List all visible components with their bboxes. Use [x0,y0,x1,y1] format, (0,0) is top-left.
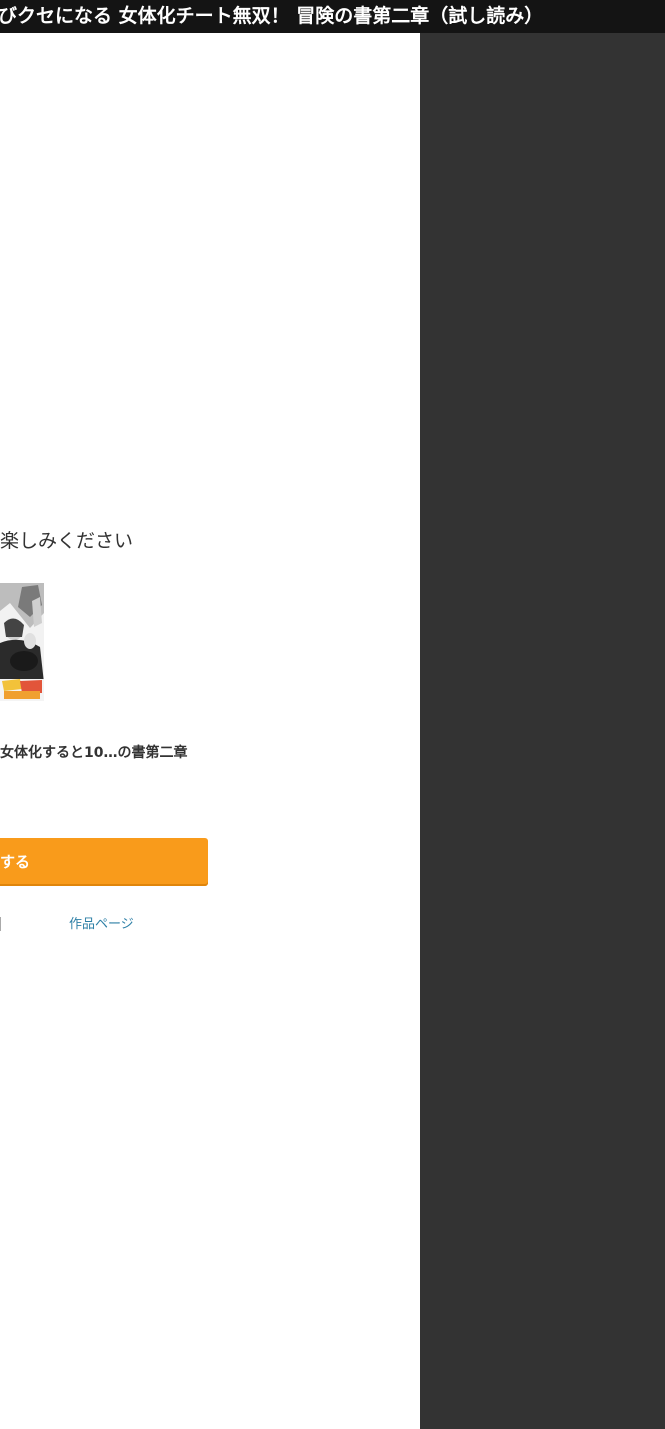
read-button[interactable]: する [0,838,208,886]
work-title: 女体化すると10…の書第二章 [0,745,188,761]
side-panel [420,33,665,1429]
window-title: びクセになる 女体化チート無双！ 冒険の書第二章（試し読み） [0,0,665,33]
work-page-link[interactable]: 作品ページ [69,915,134,935]
cover-thumbnail[interactable] [0,583,44,708]
main-content: 楽しみください 女体化すると10…の書第二章 する 作品ページ [0,33,420,1429]
manga-cover-image [0,583,44,708]
link-divider [0,917,1,931]
message-text: 楽しみください [0,530,134,552]
